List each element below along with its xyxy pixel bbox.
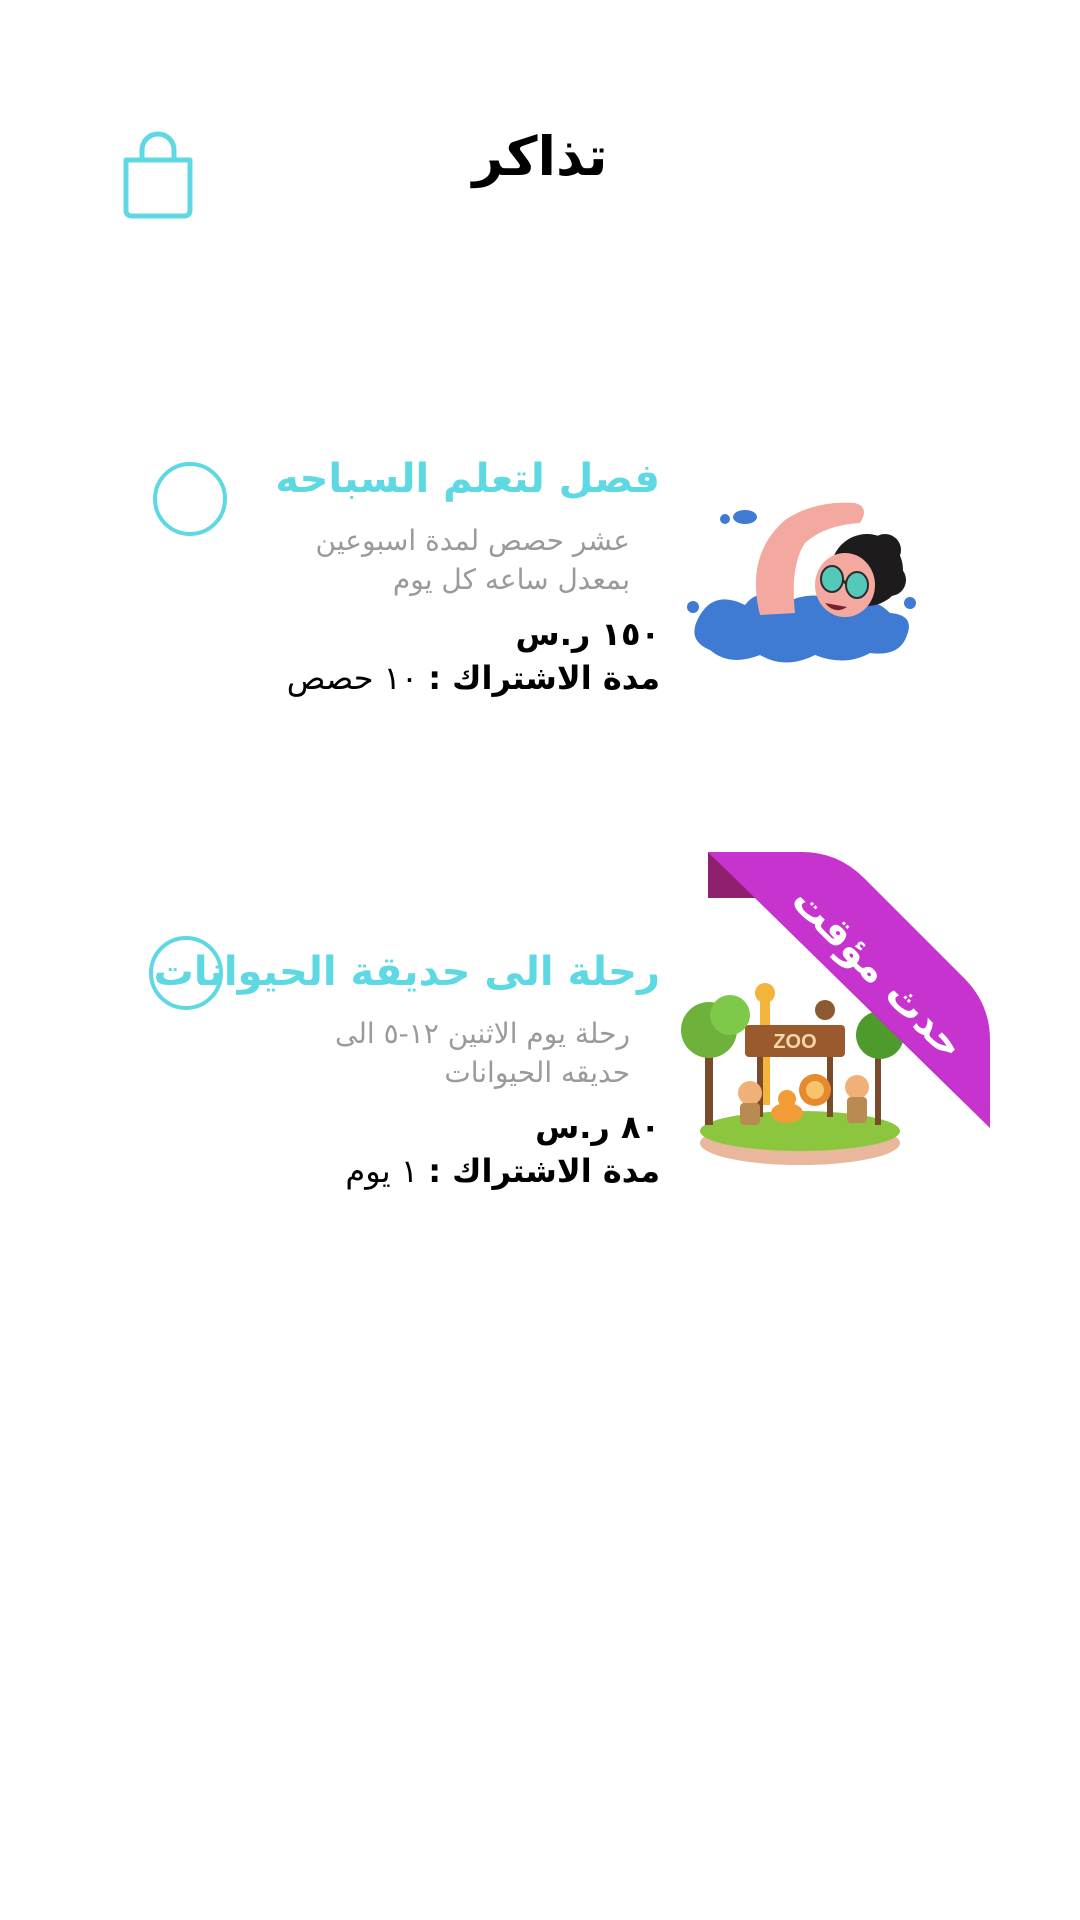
duration-value: ١ يوم <box>345 1151 419 1190</box>
ticket-title: فصل لتعلم السباحه <box>275 456 660 502</box>
ticket-description: عشر حصص لمدة اسبوعين بمعدل ساعه كل يوم <box>315 524 630 597</box>
ticket-card-swimming[interactable]: فصل لتعلم السباحه عشر حصص لمدة اسبوعين ب… <box>0 455 1080 815</box>
ticket-title: رحلة الى حديقة الحيوانات <box>153 949 660 995</box>
ticket-select-radio[interactable] <box>153 462 227 536</box>
duration-value: ١٠ حصص <box>286 658 419 697</box>
duration-label: مدة الاشتراك : <box>428 1151 660 1190</box>
tickets-screen: تذاكر فصل لتعلم السباحه عشر حصص لمدة اسب… <box>0 0 1080 1920</box>
duration-label: مدة الاشتراك : <box>428 658 660 697</box>
page-title: تذاكر <box>472 125 608 188</box>
ticket-info: فصل لتعلم السباحه عشر حصص لمدة اسبوعين ب… <box>240 455 660 700</box>
ticket-info: رحلة الى حديقة الحيوانات رحلة يوم الاثني… <box>153 948 660 1193</box>
shopping-bag-icon[interactable] <box>120 130 196 220</box>
ticket-price: ١٥٠ ر.س <box>515 615 660 654</box>
ticket-duration: مدة الاشتراك : ١٠ حصص <box>240 657 660 700</box>
limited-event-ribbon: حدث مؤقت <box>708 852 990 1128</box>
ticket-description: رحلة يوم الاثنين ١٢-٥ الى حديقه الحيوانا… <box>335 1017 630 1090</box>
swimmer-illustration <box>675 495 925 675</box>
ticket-price: ٨٠ ر.س <box>535 1108 660 1147</box>
ticket-duration: مدة الاشتراك : ١ يوم <box>200 1150 660 1193</box>
